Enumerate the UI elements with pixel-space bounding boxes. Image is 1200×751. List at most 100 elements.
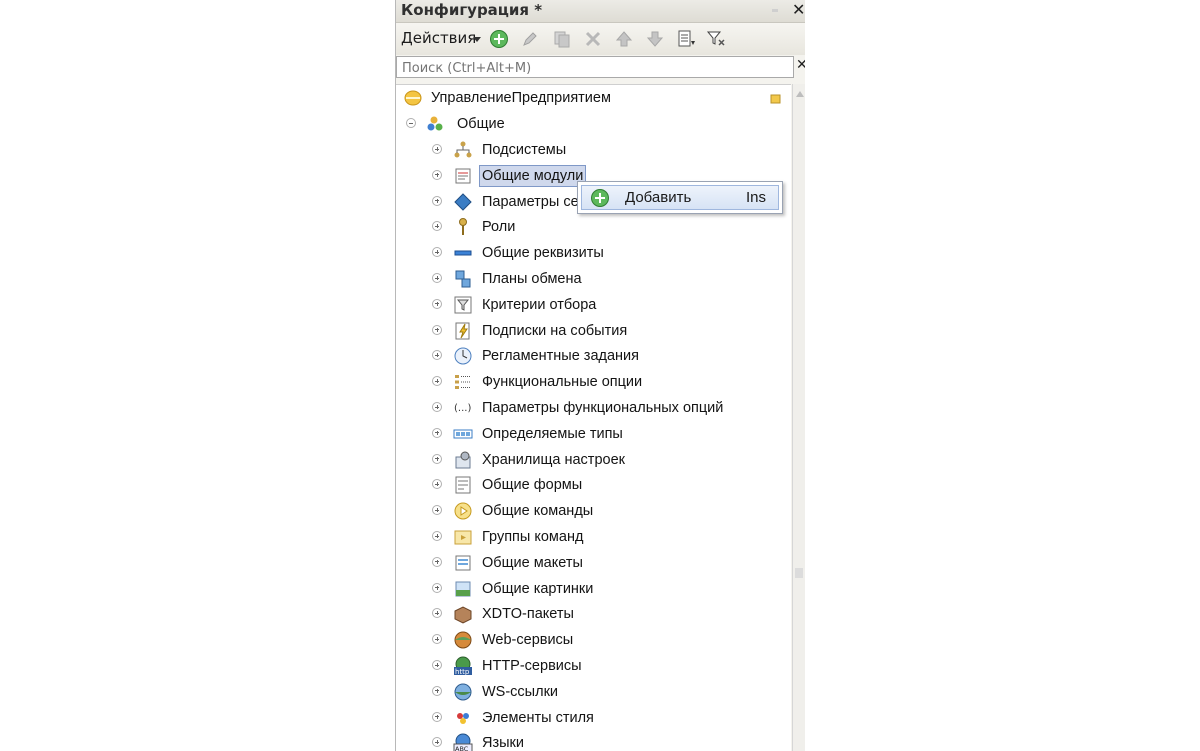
tree-item[interactable]: Подсистемы	[396, 138, 791, 162]
tree-item[interactable]: Элементы стиля	[396, 706, 791, 730]
tree-item[interactable]: (...) Параметры функциональных опций	[396, 396, 791, 420]
tree-item[interactable]: Подписки на события	[396, 319, 791, 343]
expand-icon[interactable]	[432, 453, 442, 464]
expand-icon[interactable]	[432, 169, 442, 180]
expand-icon[interactable]	[432, 711, 442, 722]
search-input[interactable]	[400, 58, 784, 79]
add-icon[interactable]	[489, 29, 509, 49]
filter-icon[interactable]	[706, 29, 726, 49]
copy-icon[interactable]	[552, 29, 572, 49]
tree-root-row[interactable]: УправлениеПредприятием	[396, 86, 791, 110]
expand-icon[interactable]	[432, 685, 442, 696]
tree-item[interactable]: ABC Языки	[396, 731, 791, 751]
expand-icon[interactable]	[432, 221, 442, 232]
common-modules-icon	[455, 168, 471, 184]
tree-item-label: Подписки на события	[482, 322, 628, 339]
delete-icon[interactable]	[583, 29, 603, 49]
common-forms-icon	[455, 476, 471, 494]
expand-icon[interactable]	[432, 479, 442, 490]
lock-icon	[770, 94, 781, 104]
vertical-scrollbar[interactable]	[792, 84, 805, 751]
ws-references-icon	[454, 683, 472, 701]
expand-icon[interactable]	[432, 273, 442, 283]
edit-icon[interactable]	[520, 29, 540, 49]
expand-icon[interactable]	[432, 531, 442, 541]
languages-icon: ABC	[453, 733, 473, 751]
tree-item[interactable]: Планы обмена	[396, 267, 791, 291]
tree-item-label: Группы команд	[482, 529, 584, 545]
tree-item[interactable]: XDTO-пакеты	[396, 602, 791, 626]
tree-item-label: Общие формы	[482, 477, 583, 494]
actions-menu-button[interactable]: Действия	[401, 29, 476, 47]
tree-item-label: Общие команды	[482, 503, 594, 520]
style-items-icon	[457, 712, 469, 724]
tree-item-label: Параметры функциональных опций	[482, 400, 724, 416]
scheduled-jobs-icon	[454, 347, 472, 365]
tree-item[interactable]: Регламентные задания	[396, 344, 791, 368]
tree-item[interactable]: http HTTP-сервисы	[396, 654, 791, 678]
tree-general-row[interactable]: Общие	[396, 112, 791, 136]
expand-icon[interactable]	[432, 427, 442, 438]
expand-icon[interactable]	[432, 737, 442, 748]
tree-item-label: XDTO-пакеты	[482, 606, 574, 623]
functional-options-params-icon: (...)	[454, 403, 471, 414]
tree-item-label: Подсистемы	[482, 142, 567, 158]
configuration-root-icon	[404, 90, 422, 106]
tree-item[interactable]: Общие формы	[396, 473, 791, 497]
close-icon[interactable]: ✕	[792, 0, 805, 19]
expand-icon[interactable]	[432, 298, 442, 309]
pin-icon[interactable]	[772, 9, 778, 12]
common-templates-icon	[455, 555, 471, 571]
chevron-down-icon[interactable]	[473, 37, 481, 42]
common-pictures-icon	[455, 581, 471, 597]
panel-title: Конфигурация *	[401, 1, 543, 19]
tree-item[interactable]: Группы команд	[396, 525, 791, 549]
tree-item[interactable]: Функциональные опции	[396, 370, 791, 394]
xdto-packages-icon	[454, 606, 472, 624]
functional-options-icon	[455, 375, 471, 390]
tree-item[interactable]: Общие реквизиты	[396, 241, 791, 265]
expand-icon[interactable]	[432, 350, 442, 361]
move-down-icon[interactable]	[645, 29, 665, 49]
expand-icon[interactable]	[432, 376, 442, 387]
defined-types-icon	[453, 429, 473, 439]
expand-icon[interactable]	[432, 247, 442, 258]
svg-text:http: http	[455, 668, 470, 676]
tree-item[interactable]: Общие команды	[396, 499, 791, 523]
context-menu-add-item[interactable]: Добавить Ins	[581, 185, 779, 210]
tree-item[interactable]: Web-сервисы	[396, 628, 791, 652]
tree-item[interactable]: Роли	[396, 215, 791, 239]
collapse-icon[interactable]	[406, 118, 416, 128]
expand-icon[interactable]	[432, 556, 442, 567]
tree-item[interactable]: Определяемые типы	[396, 422, 791, 446]
expand-icon[interactable]	[432, 324, 442, 335]
expand-icon[interactable]	[432, 195, 442, 206]
expand-icon[interactable]	[432, 144, 442, 154]
expand-icon[interactable]	[432, 505, 442, 516]
http-services-icon: http	[454, 656, 472, 676]
scroll-thumb[interactable]	[795, 568, 803, 578]
tree-item[interactable]: Общие картинки	[396, 577, 791, 601]
context-menu-add-shortcut: Ins	[746, 189, 767, 206]
clear-search-icon[interactable]: ✕	[796, 57, 805, 73]
tree-item[interactable]: Общие макеты	[396, 551, 791, 575]
tree-item[interactable]: WS-ссылки	[396, 680, 791, 704]
tree-item-label: Функциональные опции	[482, 374, 643, 391]
subsystems-icon	[454, 141, 472, 158]
scroll-up-icon[interactable]	[796, 91, 804, 97]
tree-item[interactable]: Критерии отбора	[396, 293, 791, 317]
move-up-icon[interactable]	[614, 29, 634, 49]
tree-item-label: Общие картинки	[482, 580, 594, 597]
expand-icon[interactable]	[432, 582, 442, 593]
configuration-panel: Конфигурация * ✕ Действия Поиск (Ctrl+Al…	[395, 0, 805, 751]
expand-icon[interactable]	[432, 402, 442, 412]
tree-item-label: Критерии отбора	[482, 296, 597, 313]
expand-icon[interactable]	[432, 660, 442, 670]
general-icon	[427, 116, 443, 131]
expand-icon[interactable]	[432, 608, 442, 619]
tree-general-label: Общие	[457, 116, 505, 132]
tree-item[interactable]: Хранилища настроек	[396, 448, 791, 472]
event-subscriptions-icon	[455, 322, 470, 340]
sort-icon[interactable]	[676, 29, 696, 49]
expand-icon[interactable]	[432, 634, 442, 645]
